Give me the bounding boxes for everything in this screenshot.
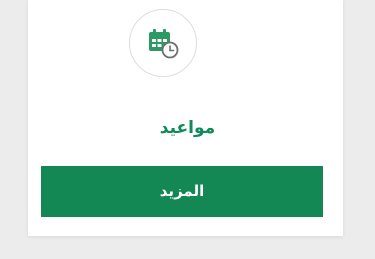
icon-badge (129, 9, 197, 77)
page: مواعيد المزيد (0, 0, 375, 259)
calendar-clock-icon (149, 29, 179, 59)
more-button[interactable]: المزيد (41, 166, 323, 217)
card-title: مواعيد (159, 118, 216, 138)
